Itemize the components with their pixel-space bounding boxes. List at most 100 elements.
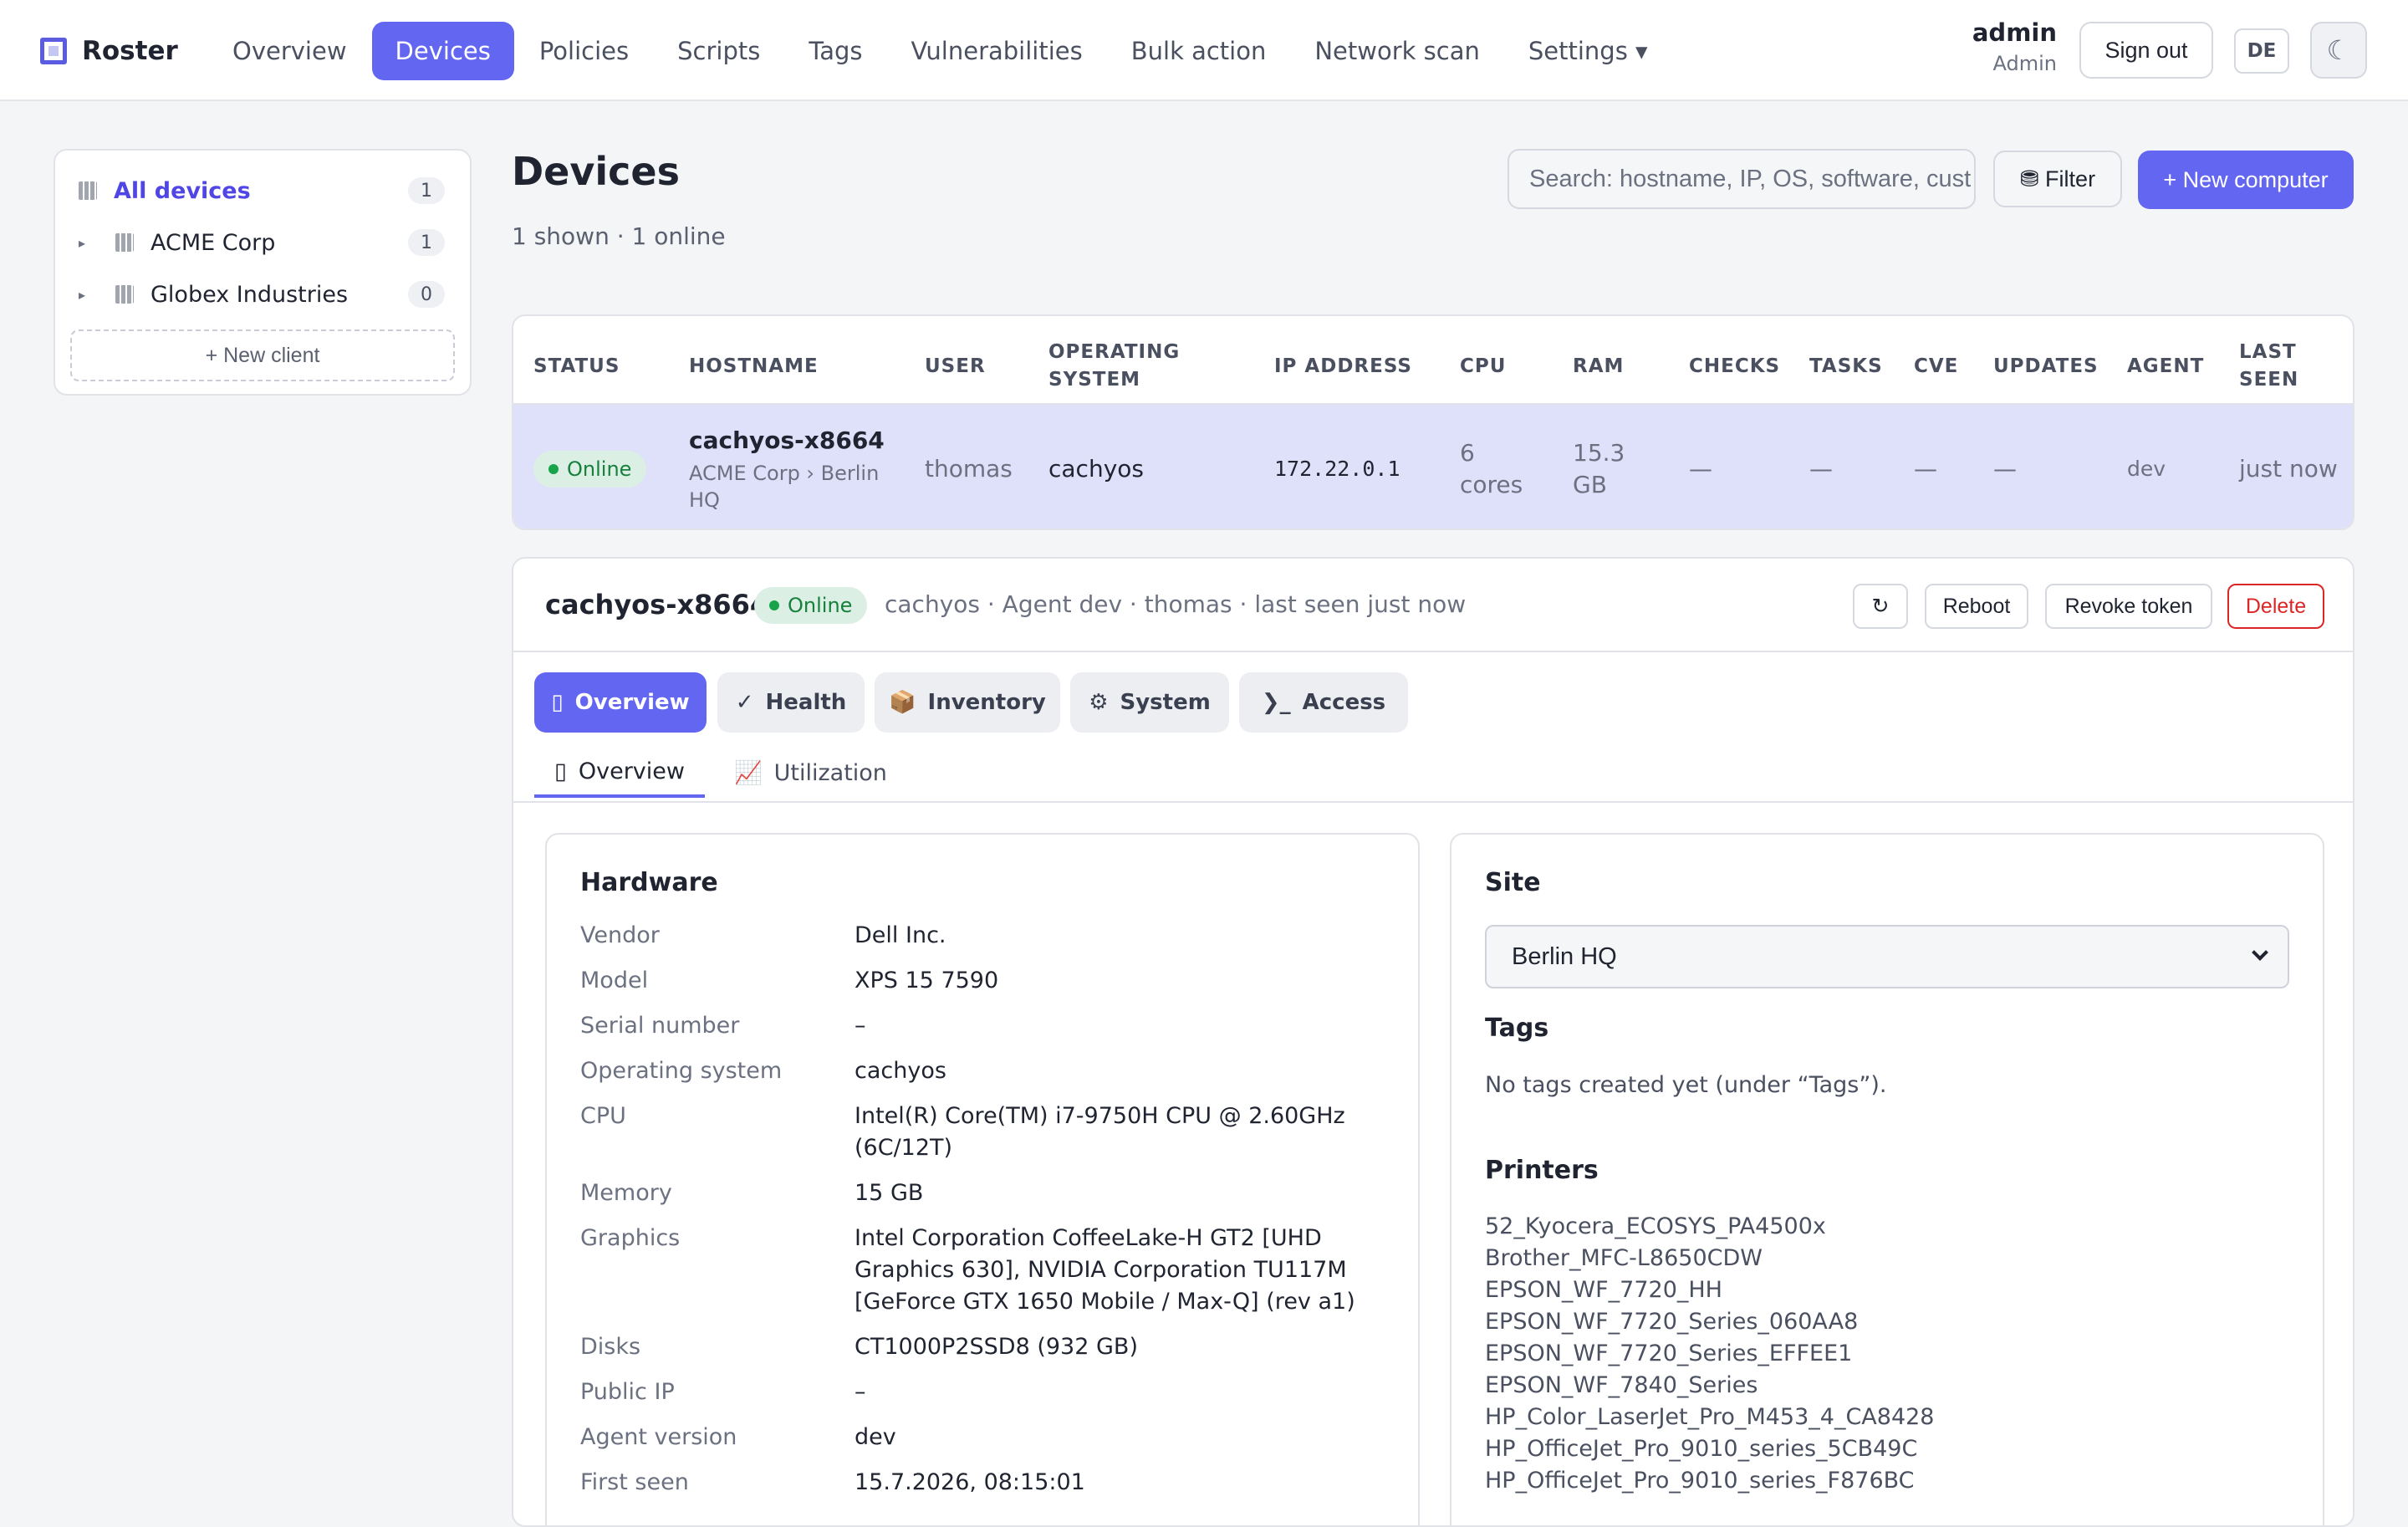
hardware-row-disks: Disks CT1000P2SSD8 (932 GB): [580, 1334, 1138, 1360]
site-select[interactable]: Berlin HQ: [1485, 925, 2289, 988]
printer-item: EPSON_WF_7720_Series_EFFEE1: [1485, 1341, 1853, 1366]
printer-item: EPSON_WF_7840_Series: [1485, 1372, 1758, 1398]
column-header-user[interactable]: USER: [925, 331, 1033, 401]
printer-item: EPSON_WF_7720_HH: [1485, 1277, 1722, 1303]
terminal-icon: ❯_: [1261, 690, 1291, 715]
device-icon: ▯: [554, 758, 567, 784]
detail-meta: cachyos · Agent dev · thomas · last seen…: [885, 590, 1467, 618]
tags-empty-note: No tags created yet (under “Tags”).: [1485, 1072, 1887, 1098]
table-row[interactable]: Online cachyos-x8664 ACME Corp › Berlin …: [513, 403, 2353, 529]
sidebar-item-label: ACME Corp: [150, 229, 276, 256]
sidebar-count-badge: 1: [408, 177, 445, 204]
column-header-checks[interactable]: CHECKS: [1689, 331, 1798, 401]
column-header-ram[interactable]: RAM: [1573, 331, 1665, 401]
sidebar-item-all-devices[interactable]: All devices 1: [79, 172, 445, 209]
sidebar-item-label: All devices: [114, 177, 251, 204]
hardware-panel: Hardware Vendor Dell Inc. Model XPS 15 759…: [545, 833, 1420, 1525]
new-computer-button[interactable]: + New computer: [2138, 151, 2354, 209]
site-title: Site: [1485, 868, 1541, 897]
sign-out-button[interactable]: Sign out: [2079, 22, 2213, 79]
nav-network-scan[interactable]: Network scan: [1291, 22, 1503, 80]
sidebar-item-label: Globex Industries: [150, 281, 349, 308]
device-detail-header: cachyos-x8664 Online cachyos · Agent dev…: [513, 559, 2353, 652]
client-sidebar: All devices 1 ▸ ACME Corp 1 ▸ Globex Ind…: [54, 149, 472, 396]
hardware-row-model: Model XPS 15 7590: [580, 968, 999, 993]
subtab-utilization[interactable]: 📈 Utilization: [734, 748, 887, 798]
column-header-ip-address[interactable]: IP ADDRESS: [1274, 331, 1450, 401]
hardware-row-cpu: CPU Intel(R) Core(TM) i7-9750H CPU @ 2.60…: [580, 1103, 1345, 1161]
ip-cell: 172.22.0.1: [1274, 457, 1400, 481]
printer-item: Brother_MFC-L8650CDW: [1485, 1245, 1763, 1271]
column-header-status[interactable]: STATUS: [533, 331, 676, 401]
hardware-row-graphics: Graphics Intel Corporation CoffeeLake-H G…: [580, 1225, 1355, 1315]
sidebar-count-badge: 1: [408, 229, 445, 256]
column-header-last-seen[interactable]: LAST SEEN: [2239, 331, 2323, 401]
search-input[interactable]: Search: hostname, IP, OS, software, cust: [1508, 149, 1976, 209]
main-nav: Overview Devices Policies Scripts Tags V…: [209, 22, 1671, 80]
tab-system[interactable]: ⚙ System: [1070, 672, 1229, 733]
nav-scripts[interactable]: Scripts: [654, 22, 783, 80]
column-header-operating-system[interactable]: OPERATING SYSTEM: [1048, 331, 1199, 401]
nav-tags[interactable]: Tags: [785, 22, 885, 80]
printers-title: Printers: [1485, 1156, 1599, 1185]
new-client-button[interactable]: + New client: [70, 329, 455, 381]
hostname: cachyos-x8664: [689, 426, 885, 454]
revoke-token-button[interactable]: Revoke token: [2045, 584, 2212, 629]
online-dot-icon: [769, 600, 779, 610]
nav-policies[interactable]: Policies: [516, 22, 652, 80]
tab-health[interactable]: ✓ Health: [717, 672, 865, 733]
brand[interactable]: Roster: [40, 32, 178, 70]
caret-right-icon[interactable]: ▸: [79, 287, 115, 303]
top-bar: Roster Overview Devices Policies Scripts…: [0, 0, 2408, 101]
column-header-hostname[interactable]: HOSTNAME: [689, 331, 906, 401]
hostname-cell: cachyos-x8664 ACME Corp › Berlin HQ: [689, 405, 915, 529]
column-header-cve[interactable]: CVE: [1914, 331, 1981, 401]
reboot-button[interactable]: Reboot: [1925, 584, 2028, 629]
site-panel: Site Berlin HQ Tags No tags created yet …: [1450, 833, 2324, 1525]
sidebar-item-globex-industries[interactable]: ▸ Globex Industries 0: [79, 276, 445, 313]
devices-table: STATUS HOSTNAME USER OPERATING SYSTEM IP…: [512, 314, 2354, 530]
user-name: admin: [1972, 18, 2057, 47]
grid-icon: [115, 233, 134, 252]
hardware-title: Hardware: [580, 868, 718, 897]
os-cell: cachyos: [1048, 455, 1144, 483]
subtab-overview[interactable]: ▯ Overview: [534, 748, 705, 798]
hardware-row-public-ip: Public IP –: [580, 1379, 866, 1405]
hardware-row-first-seen: First seen 15.7.2026, 08:15:01: [580, 1469, 1085, 1495]
tags-title: Tags: [1485, 1014, 1549, 1043]
tab-inventory[interactable]: 📦 Inventory: [875, 672, 1060, 733]
theme-toggle-button[interactable]: ☾: [2310, 22, 2367, 79]
nav-vulnerabilities[interactable]: Vulnerabilities: [888, 22, 1106, 80]
caret-right-icon[interactable]: ▸: [79, 235, 115, 251]
nav-overview[interactable]: Overview: [209, 22, 370, 80]
column-header-tasks[interactable]: TASKS: [1809, 331, 1901, 401]
refresh-button[interactable]: ↻: [1853, 584, 1908, 629]
delete-button[interactable]: Delete: [2227, 584, 2324, 629]
nav-devices[interactable]: Devices: [371, 22, 514, 80]
cve-cell: —: [1914, 455, 1937, 483]
column-header-updates[interactable]: UPDATES: [1993, 331, 2119, 401]
column-header-agent[interactable]: AGENT: [2127, 331, 2227, 401]
nav-bulk-action[interactable]: Bulk action: [1108, 22, 1290, 80]
grid-icon: [115, 285, 134, 304]
device-count-summary: 1 shown · 1 online: [512, 222, 726, 250]
tab-access[interactable]: ❯_ Access: [1239, 672, 1408, 733]
filter-button[interactable]: ⛃ Filter: [1993, 151, 2122, 207]
moon-icon: ☾: [2326, 34, 2351, 66]
tab-overview[interactable]: ▯ Overview: [534, 672, 707, 733]
last-seen-cell: just now: [2239, 455, 2338, 483]
sidebar-item-acme-corp[interactable]: ▸ ACME Corp 1: [79, 224, 445, 261]
sidebar-count-badge: 0: [408, 281, 445, 308]
refresh-icon: ↻: [1871, 595, 1890, 618]
hardware-row-vendor: Vendor Dell Inc.: [580, 922, 946, 948]
device-icon: ▯: [551, 690, 564, 715]
nav-settings[interactable]: Settings ▾: [1505, 22, 1671, 80]
agent-cell: dev: [2127, 457, 2166, 481]
updates-cell: —: [1993, 455, 2017, 483]
online-dot-icon: [548, 464, 559, 474]
column-header-cpu[interactable]: CPU: [1460, 331, 1552, 401]
grid-icon: [79, 181, 97, 200]
language-button[interactable]: DE: [2234, 28, 2289, 74]
device-detail-panel: cachyos-x8664 Online cachyos · Agent dev…: [512, 557, 2354, 1527]
host-location: ACME Corp › Berlin HQ: [689, 462, 880, 512]
